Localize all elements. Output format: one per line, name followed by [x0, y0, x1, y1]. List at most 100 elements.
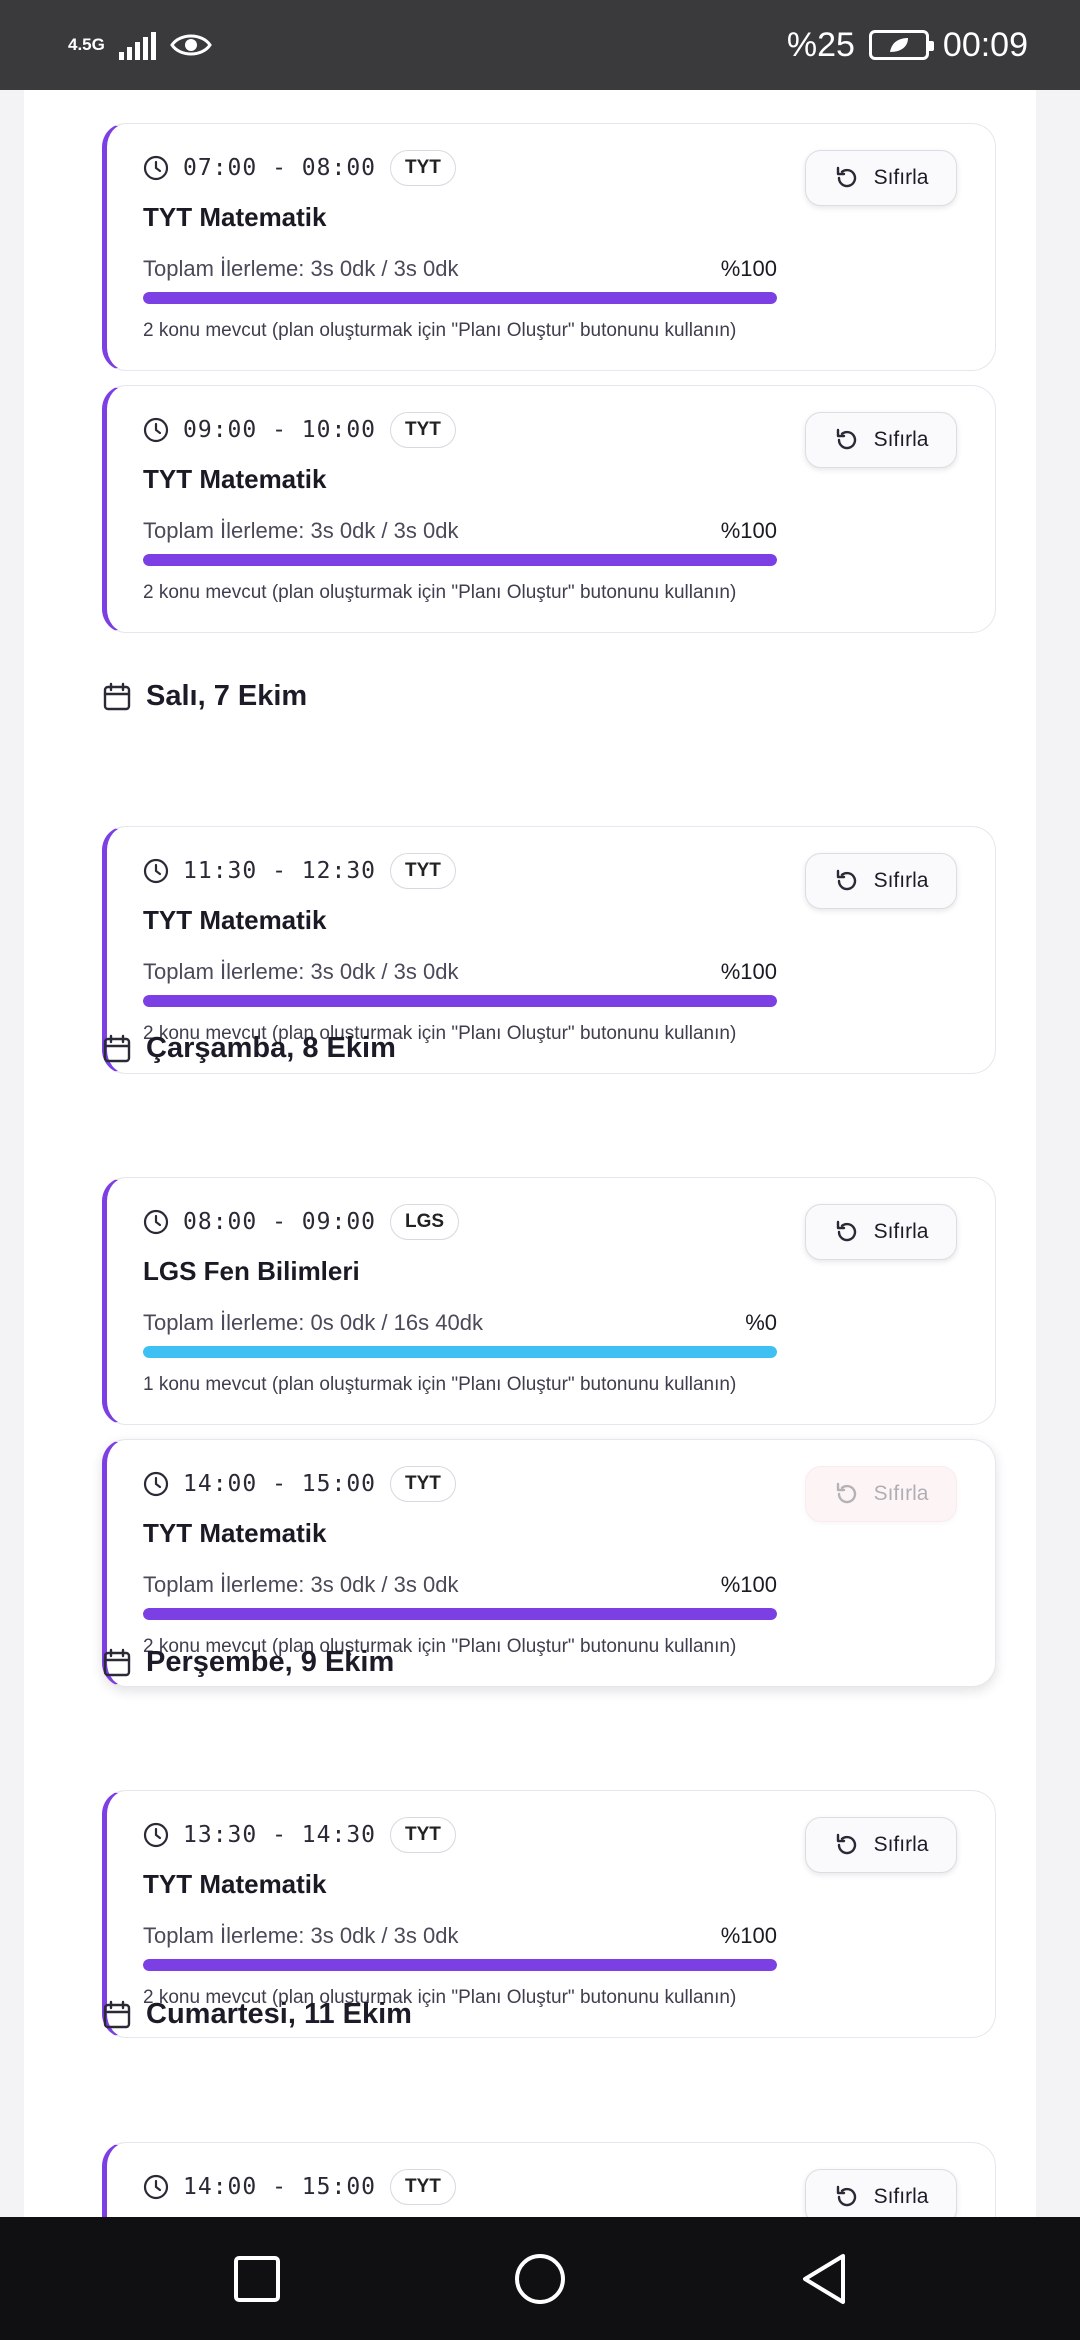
- home-button[interactable]: [513, 2252, 567, 2306]
- recents-button[interactable]: [232, 2254, 282, 2304]
- reset-button[interactable]: Sıfırla: [805, 2169, 957, 2217]
- day-header: Çarşamba, 8 Ekim: [102, 1032, 396, 1065]
- session-subject: TYT Matematik: [143, 464, 327, 494]
- reset-label: Sıfırla: [873, 166, 929, 189]
- session-subject: TYT Matematik: [143, 202, 327, 232]
- session-subject: TYT Matematik: [143, 1869, 327, 1899]
- day-header: Cumartesi, 11 Ekim: [102, 1998, 412, 2031]
- progress-bar: [143, 995, 777, 1007]
- topics-note: 2 konu mevcut (plan oluşturmak için "Pla…: [143, 582, 737, 603]
- progress-text: Toplam İlerleme: 3s 0dk / 3s 0dk: [143, 1572, 459, 1597]
- session-time: 11:30 - 12:30: [183, 858, 377, 884]
- topics-note: 2 konu mevcut (plan oluşturmak için "Pla…: [143, 320, 737, 341]
- progress-text: Toplam İlerleme: 3s 0dk / 3s 0dk: [143, 518, 459, 543]
- progress-row: Toplam İlerleme: 3s 0dk / 3s 0dk %100: [143, 1923, 777, 1949]
- progress-percent: %0: [745, 1310, 777, 1335]
- clock-icon: [143, 1822, 169, 1848]
- calendar-icon: [103, 1648, 131, 1676]
- progress-percent: %100: [720, 959, 777, 984]
- time-row: 11:30 - 12:30 TYT: [143, 853, 456, 889]
- session-time: 14:00 - 15:00: [183, 1471, 377, 1497]
- clock-icon: [143, 858, 169, 884]
- topics-note: 1 konu mevcut (plan oluşturmak için "Pla…: [143, 1374, 737, 1395]
- progress-bar: [143, 1346, 777, 1358]
- progress-percent: %100: [720, 1572, 777, 1597]
- reset-button[interactable]: Sıfırla: [805, 150, 957, 206]
- status-left: 4.5G: [68, 30, 212, 60]
- progress-fill: [143, 1346, 777, 1358]
- battery-percent: %25: [786, 25, 855, 64]
- day-label: Çarşamba, 8 Ekim: [146, 1032, 396, 1064]
- clock-icon: [143, 2174, 169, 2200]
- progress-text: Toplam İlerleme: 0s 0dk / 16s 40dk: [143, 1310, 483, 1335]
- reset-label: Sıfırla: [873, 2185, 929, 2208]
- reset-label: Sıfırla: [873, 1833, 929, 1856]
- reset-button[interactable]: Sıfırla: [805, 412, 957, 468]
- back-button[interactable]: [799, 2252, 849, 2306]
- session-time: 08:00 - 09:00: [183, 1209, 377, 1235]
- leaf-icon: [889, 38, 908, 52]
- session-card[interactable]: 07:00 - 08:00 TYT TYT Matematik Toplam İler…: [102, 123, 996, 371]
- time-row: 07:00 - 08:00 TYT: [143, 150, 456, 186]
- session-time: 13:30 - 14:30: [183, 1822, 377, 1848]
- navigation-bar: [0, 2217, 1080, 2340]
- reset-button[interactable]: Sıfırla: [805, 853, 957, 909]
- reset-label: Sıfırla: [873, 1220, 929, 1243]
- day-header: Salı, 7 Ekim: [102, 680, 307, 713]
- exam-tag: TYT: [390, 1817, 456, 1853]
- clock-icon: [143, 1471, 169, 1497]
- reset-icon: [836, 1833, 856, 1855]
- session-card[interactable]: 14:00 - 15:00TYTTYT MatematikToplam İler…: [102, 2142, 996, 2217]
- reset-icon: [836, 428, 856, 450]
- exam-tag: TYT: [390, 2169, 456, 2205]
- time-row: 14:00 - 15:00 TYT: [143, 2169, 456, 2205]
- exam-tag: LGS: [390, 1204, 460, 1240]
- session-time: 07:00 - 08:00: [183, 155, 377, 181]
- reset-icon: [836, 2185, 856, 2207]
- progress-percent: %100: [720, 1923, 777, 1948]
- time-row: 14:00 - 15:00 TYT: [143, 1466, 456, 1502]
- progress-row: Toplam İlerleme: 0s 0dk / 16s 40dk %0: [143, 1310, 777, 1336]
- progress-percent: %100: [720, 256, 777, 281]
- signal-icon: [118, 30, 156, 60]
- progress-fill: [143, 995, 777, 1007]
- progress-fill: [143, 1959, 777, 1971]
- reset-button[interactable]: Sıfırla: [805, 1817, 957, 1873]
- clock-icon: [143, 1209, 169, 1235]
- time-row: 13:30 - 14:30 TYT: [143, 1817, 456, 1853]
- reset-button[interactable]: Sıfırla: [805, 1466, 957, 1522]
- progress-percent: %100: [720, 518, 777, 543]
- schedule-panel[interactable]: 07:00 - 08:00 TYT TYT Matematik Toplam İler…: [24, 90, 1036, 2217]
- session-card[interactable]: 09:00 - 10:00 TYT TYT Matematik Toplam İler…: [102, 385, 996, 633]
- progress-bar: [143, 554, 777, 566]
- progress-bar: [143, 1608, 777, 1620]
- exam-tag: TYT: [390, 412, 456, 448]
- progress-row: Toplam İlerleme: 3s 0dk / 3s 0dk %100: [143, 256, 777, 282]
- calendar-icon: [103, 1034, 131, 1062]
- calendar-icon: [103, 682, 131, 710]
- status-bar: 4.5G %25 00:09: [0, 0, 1080, 90]
- reset-icon: [836, 1482, 856, 1504]
- exam-tag: TYT: [390, 150, 456, 186]
- clock-icon: [143, 417, 169, 443]
- progress-fill: [143, 1608, 777, 1620]
- network-type: 4.5G: [68, 35, 105, 54]
- time-row: 08:00 - 09:00 LGS: [143, 1204, 460, 1240]
- reset-button[interactable]: Sıfırla: [805, 1204, 957, 1260]
- progress-text: Toplam İlerleme: 3s 0dk / 3s 0dk: [143, 959, 459, 984]
- progress-fill: [143, 292, 777, 304]
- progress-row: Toplam İlerleme: 3s 0dk / 3s 0dk %100: [143, 518, 777, 544]
- day-label: Cumartesi, 11 Ekim: [146, 1998, 412, 2030]
- progress-fill: [143, 554, 777, 566]
- progress-bar: [143, 292, 777, 304]
- eye-icon: [170, 34, 212, 56]
- session-subject: TYT Matematik: [143, 905, 327, 935]
- progress-row: Toplam İlerleme: 3s 0dk / 3s 0dk %100: [143, 959, 777, 985]
- reset-label: Sıfırla: [873, 869, 929, 892]
- session-card[interactable]: 08:00 - 09:00 LGS LGS Fen Bilimleri Toplam …: [102, 1177, 996, 1425]
- reset-label: Sıfırla: [873, 1482, 929, 1505]
- exam-tag: TYT: [390, 853, 456, 889]
- clock: 00:09: [942, 25, 1028, 64]
- session-subject: LGS Fen Bilimleri: [143, 1256, 360, 1286]
- status-right: %25 00:09: [787, 26, 1028, 65]
